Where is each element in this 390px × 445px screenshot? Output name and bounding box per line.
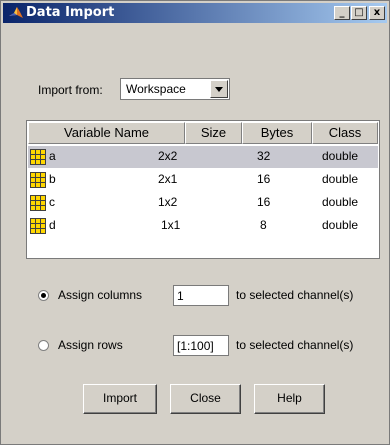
variable-bytes: 32 (257, 149, 271, 163)
variables-table: Variable Name Size Bytes Class a 2x2 32 … (26, 120, 380, 259)
variable-bytes: 8 (260, 218, 267, 232)
variable-class: double (322, 172, 359, 186)
import-from-label: Import from: (38, 83, 103, 97)
variable-size: 1x2 (158, 195, 178, 209)
assign-columns-radio[interactable] (38, 290, 49, 301)
variable-size: 2x2 (158, 149, 178, 163)
window-title: Data Import (26, 5, 115, 20)
grid-variable-icon (30, 149, 46, 165)
column-header-variable-name[interactable]: Variable Name (28, 122, 185, 144)
assign-rows-field[interactable]: [1:100] (173, 335, 229, 356)
table-row[interactable]: c 1x2 16 double (28, 192, 378, 214)
assign-rows-label: Assign rows (58, 338, 123, 352)
variable-class: double (322, 218, 359, 232)
grid-variable-icon (30, 195, 46, 211)
variable-name: c (49, 195, 55, 209)
import-from-select[interactable]: Workspace (120, 78, 230, 100)
grid-variable-icon (30, 172, 46, 188)
minimize-button[interactable]: _ (334, 6, 350, 20)
assign-rows-radio[interactable] (38, 340, 49, 351)
assign-columns-label: Assign columns (58, 288, 143, 302)
close-button[interactable]: Close (170, 384, 241, 414)
variable-bytes: 16 (257, 172, 271, 186)
table-row[interactable]: b 2x1 16 double (28, 169, 378, 191)
variable-class: double (322, 149, 359, 163)
column-header-bytes[interactable]: Bytes (242, 122, 312, 144)
variable-class: double (322, 195, 359, 209)
matlab-logo-icon (9, 7, 23, 18)
assign-rows-suffix: to selected channel(s) (236, 338, 354, 352)
title-bar[interactable]: Data Import _ □ x (3, 3, 387, 23)
table-row[interactable]: d 1x1 8 double (28, 215, 378, 237)
assign-columns-field[interactable]: 1 (173, 285, 229, 306)
variable-name: d (49, 218, 56, 232)
variable-size: 1x1 (161, 218, 181, 232)
variable-name: a (49, 149, 56, 163)
grid-variable-icon (30, 218, 46, 234)
maximize-button[interactable]: □ (351, 6, 367, 20)
column-header-class[interactable]: Class (312, 122, 378, 144)
variable-bytes: 16 (257, 195, 271, 209)
import-from-value: Workspace (126, 82, 186, 96)
variable-name: b (49, 172, 56, 186)
assign-columns-suffix: to selected channel(s) (236, 288, 354, 302)
chevron-down-icon[interactable] (210, 80, 228, 98)
import-button[interactable]: Import (83, 384, 157, 414)
variable-size: 2x1 (158, 172, 178, 186)
data-import-window: Data Import _ □ x Import from: Workspace… (0, 0, 390, 445)
close-window-button[interactable]: x (369, 6, 385, 20)
help-button[interactable]: Help (254, 384, 325, 414)
column-header-size[interactable]: Size (185, 122, 242, 144)
table-row[interactable]: a 2x2 32 double (28, 146, 378, 168)
